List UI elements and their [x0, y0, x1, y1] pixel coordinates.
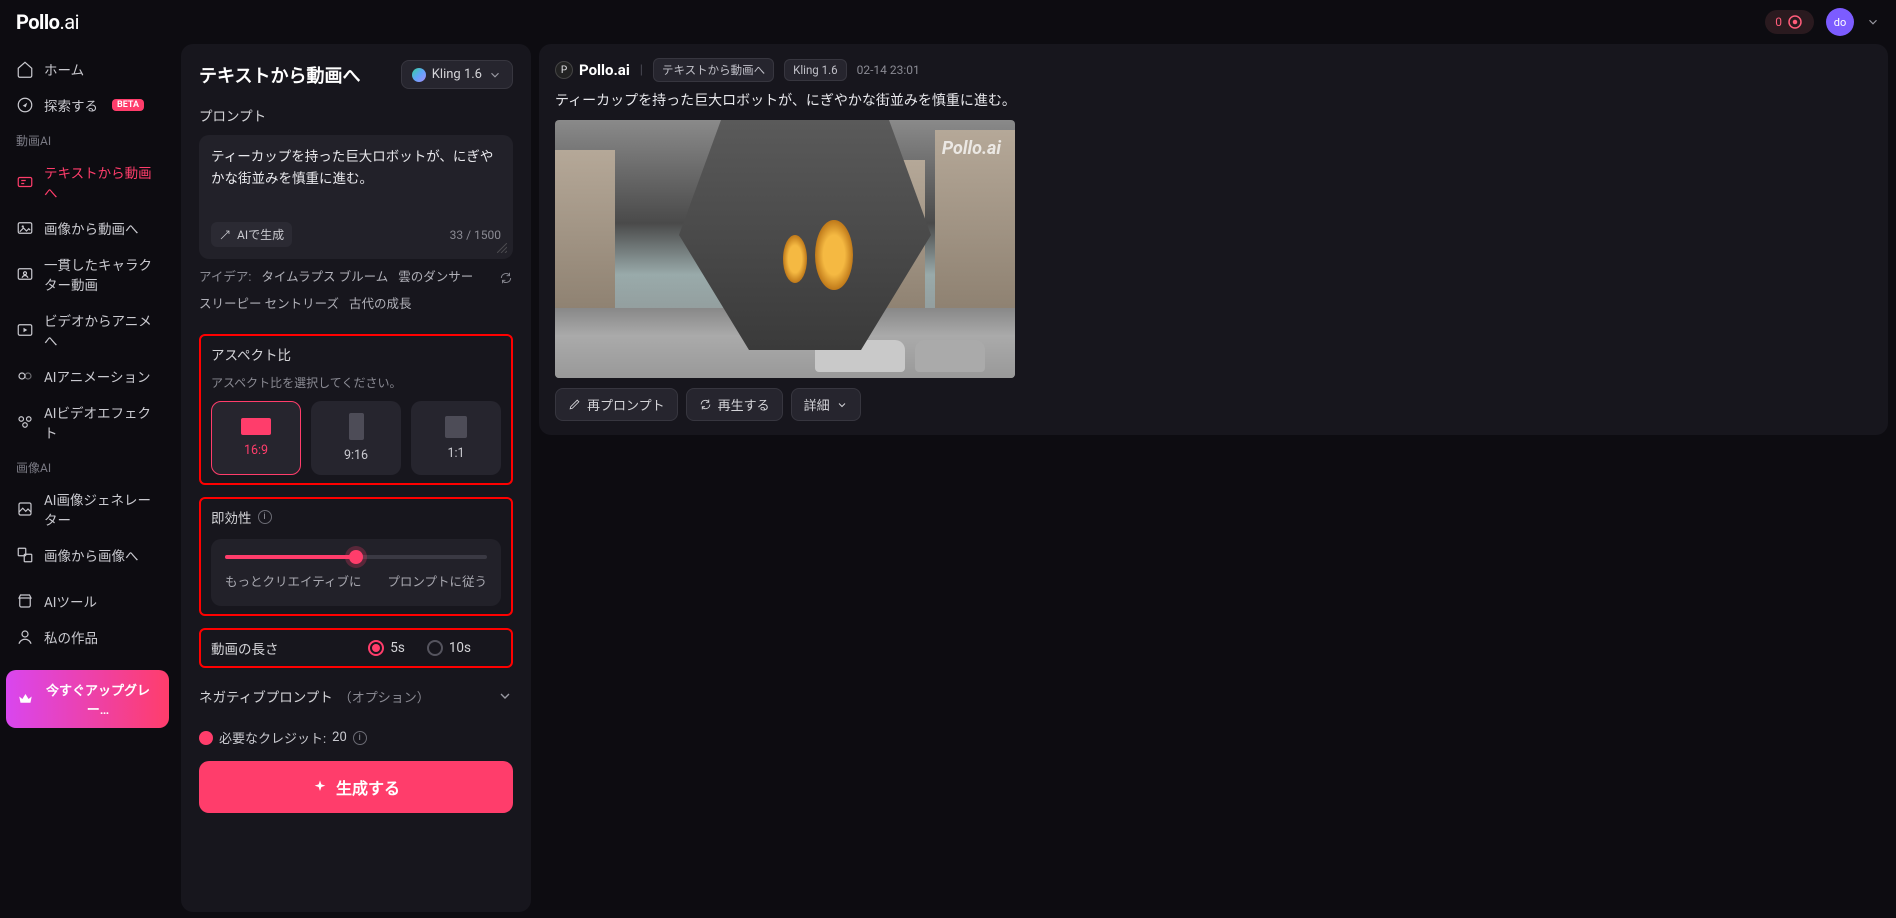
regenerate-button[interactable]: 再生する	[686, 388, 783, 421]
edit-icon	[568, 398, 581, 411]
relevance-slider[interactable]: もっとクリエイティブに プロンプトに従う	[211, 539, 501, 606]
aspect-16-9[interactable]: 16:9	[211, 401, 301, 475]
resize-handle-icon[interactable]	[497, 243, 507, 253]
char-count: 33 / 1500	[450, 228, 501, 242]
idea-item[interactable]: スリーピー セントリーズ	[199, 294, 339, 317]
effects-icon	[16, 413, 34, 431]
image-gen-icon	[16, 500, 34, 518]
model-selector[interactable]: Kling 1.6	[401, 60, 513, 89]
length-5s[interactable]: 5s	[368, 640, 405, 656]
video-thumbnail[interactable]: Pollo.ai	[555, 120, 1015, 378]
sidebar-item-ai-tools[interactable]: AIツール	[6, 584, 169, 618]
card-tag-model: Kling 1.6	[784, 59, 846, 81]
prompt-label: プロンプト	[199, 105, 513, 125]
upgrade-button[interactable]: 今すぐアップグレー…	[6, 670, 169, 728]
text-video-icon	[16, 173, 34, 191]
sidebar-item-image-generator[interactable]: AI画像ジェネレーター	[6, 482, 169, 536]
sidebar-item-explore[interactable]: 探索するBETA	[6, 88, 169, 122]
sidebar-item-character-video[interactable]: 一貫したキャラクター動画	[6, 247, 169, 301]
video-length-section: 動画の長さ 5s 10s	[199, 628, 513, 668]
negative-prompt-toggle[interactable]: ネガティブプロンプト（オプション）	[199, 680, 513, 720]
sidebar-item-image-to-image[interactable]: 画像から画像へ	[6, 538, 169, 572]
sidebar-item-image-to-video[interactable]: 画像から動画へ	[6, 211, 169, 245]
wand-icon	[219, 229, 231, 241]
sidebar-section-video: 動画AI	[6, 124, 169, 153]
image-video-icon	[16, 219, 34, 237]
sidebar-item-video-effects[interactable]: AIビデオエフェクト	[6, 395, 169, 449]
length-title: 動画の長さ	[211, 638, 279, 658]
panel-title: テキストから動画へ	[199, 62, 360, 88]
idea-item[interactable]: タイムラプス ブルーム	[261, 267, 388, 290]
chevron-down-icon[interactable]	[1866, 15, 1880, 29]
reprompt-button[interactable]: 再プロンプト	[555, 388, 678, 421]
generation-card: PPollo.ai | テキストから動画へ Kling 1.6 02-14 23…	[539, 44, 1888, 435]
sidebar-item-video-to-anime[interactable]: ビデオからアニメへ	[6, 303, 169, 357]
sidebar-item-home[interactable]: ホーム	[6, 52, 169, 86]
relevance-section: 即効性 i もっとクリエイティブに プロンプトに従う	[199, 497, 513, 616]
credit-cost: 必要なクレジット: 20 i	[199, 728, 513, 747]
animation-icon	[16, 367, 34, 385]
user-icon	[16, 628, 34, 646]
character-icon	[16, 265, 34, 283]
coin-icon	[199, 731, 213, 745]
chevron-down-icon	[836, 399, 848, 411]
refresh-icon[interactable]	[499, 271, 513, 285]
model-icon	[412, 68, 426, 82]
generate-button[interactable]: 生成する	[199, 761, 513, 813]
avatar[interactable]: do	[1826, 8, 1854, 36]
sidebar-item-ai-animation[interactable]: AIアニメーション	[6, 359, 169, 393]
card-brand: PPollo.ai	[555, 61, 630, 79]
idea-item[interactable]: 古代の成長	[349, 294, 412, 317]
aspect-ratio-section: アスペクト比 アスペクト比を選択してください。 16:9 9:16 1:1	[199, 334, 513, 485]
refresh-icon	[699, 398, 712, 411]
anime-icon	[16, 321, 34, 339]
idea-item[interactable]: 雲のダンサー	[398, 267, 473, 290]
sidebar-section-image: 画像AI	[6, 451, 169, 480]
beta-badge: BETA	[112, 99, 144, 111]
relevance-title: 即効性	[211, 507, 252, 527]
main-content: PPollo.ai | テキストから動画へ Kling 1.6 02-14 23…	[537, 44, 1896, 918]
coin-icon	[1786, 13, 1804, 31]
aspect-9-16[interactable]: 9:16	[311, 401, 401, 475]
chevron-down-icon	[497, 688, 513, 704]
sidebar: ホーム 探索するBETA 動画AI テキストから動画へ 画像から動画へ 一貫した…	[0, 44, 175, 918]
watermark: Pollo.ai	[942, 138, 1001, 159]
chevron-down-icon	[488, 68, 502, 82]
idea-suggestions: アイデア: タイムラプス ブルーム 雲のダンサー スリーピー セントリーズ 古代…	[199, 267, 513, 316]
info-icon[interactable]: i	[258, 510, 272, 524]
aspect-sub: アスペクト比を選択してください。	[211, 374, 501, 391]
detail-button[interactable]: 詳細	[791, 388, 861, 421]
tools-icon	[16, 592, 34, 610]
brand-logo[interactable]: Pollo.ai	[16, 10, 79, 34]
sidebar-item-text-to-video[interactable]: テキストから動画へ	[6, 155, 169, 209]
sidebar-item-my-works[interactable]: 私の作品	[6, 620, 169, 654]
settings-panel: テキストから動画へ Kling 1.6 プロンプト ティーカップを持った巨大ロボ…	[181, 44, 531, 912]
info-icon[interactable]: i	[353, 731, 367, 745]
prompt-input[interactable]: ティーカップを持った巨大ロボットが、にぎやかな街並みを慎重に進む。 AIで生成 …	[199, 135, 513, 259]
card-timestamp: 02-14 23:01	[857, 63, 920, 77]
credit-pill[interactable]: 0	[1765, 10, 1814, 34]
aspect-title: アスペクト比	[211, 344, 501, 364]
card-prompt-text: ティーカップを持った巨大ロボットが、にぎやかな街並みを慎重に進む。	[555, 90, 1872, 110]
ai-generate-button[interactable]: AIで生成	[211, 222, 292, 247]
sparkle-icon	[312, 779, 328, 795]
crown-icon	[18, 691, 33, 707]
card-tag-mode: テキストから動画へ	[653, 58, 774, 82]
img2img-icon	[16, 546, 34, 564]
home-icon	[16, 60, 34, 78]
aspect-1-1[interactable]: 1:1	[411, 401, 501, 475]
topbar: Pollo.ai 0 do	[0, 0, 1896, 44]
length-10s[interactable]: 10s	[427, 640, 471, 656]
compass-icon	[16, 96, 34, 114]
